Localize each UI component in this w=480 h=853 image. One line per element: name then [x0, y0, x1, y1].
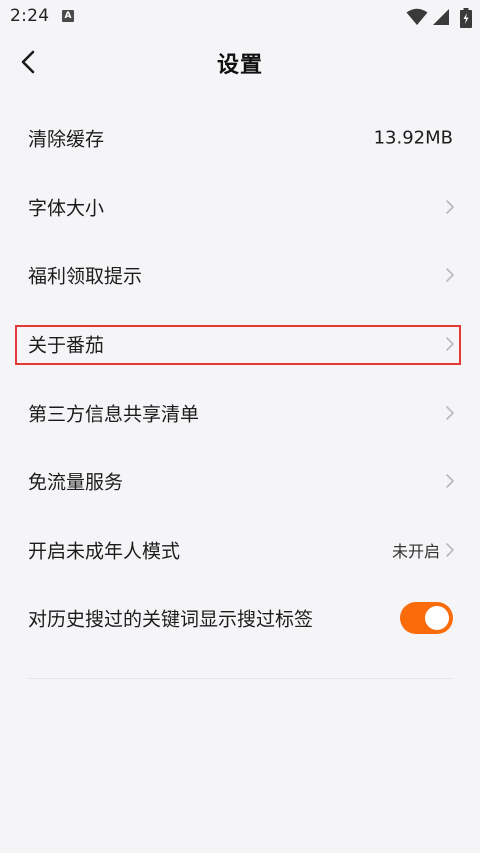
- history-tags-label: 对历史搜过的关键词显示搜过标签: [28, 608, 314, 631]
- wifi-icon: [406, 8, 428, 25]
- cache-size-value: 13.92MB: [373, 127, 453, 149]
- battery-charging-icon: [460, 8, 472, 28]
- status-time: 2:24: [10, 6, 50, 26]
- clear-cache-row[interactable]: 清除缓存 13.92MB: [0, 104, 480, 173]
- clear-cache-label: 清除缓存: [28, 128, 105, 151]
- notification-icon: A: [62, 10, 74, 22]
- chevron-right-icon: [446, 543, 454, 557]
- about-row[interactable]: 关于番茄: [0, 310, 480, 379]
- chevron-right-icon: [446, 474, 454, 489]
- settings-list: 清除缓存 13.92MB 字体大小 福利领取提示 关于番茄 第三方信息共享清单 …: [0, 104, 480, 653]
- chevron-right-icon: [446, 337, 454, 351]
- free-data-label: 免流量服务: [28, 471, 124, 494]
- chevron-right-icon: [446, 405, 454, 420]
- chevron-right-icon: [446, 268, 454, 283]
- font-size-row[interactable]: 字体大小: [0, 173, 480, 242]
- font-size-label: 字体大小: [28, 197, 105, 220]
- minor-mode-status: 未开启: [391, 541, 440, 561]
- divider: [28, 678, 453, 679]
- history-tags-row: 对历史搜过的关键词显示搜过标签: [0, 584, 480, 653]
- welfare-tips-row[interactable]: 福利领取提示: [0, 241, 480, 310]
- chevron-right-icon: [446, 200, 454, 214]
- free-data-row[interactable]: 免流量服务: [0, 447, 480, 516]
- history-tags-toggle[interactable]: [400, 602, 453, 635]
- minor-mode-row[interactable]: 开启未成年人模式 未开启: [0, 516, 480, 585]
- page-title: 设置: [216, 53, 263, 78]
- status-bar: 2:24 A: [0, 0, 480, 34]
- toggle-knob: [425, 606, 449, 631]
- minor-mode-label: 开启未成年人模式: [28, 540, 181, 563]
- welfare-tips-label: 福利领取提示: [28, 265, 143, 288]
- third-party-sharing-row[interactable]: 第三方信息共享清单: [0, 378, 480, 447]
- header: 设置: [0, 34, 480, 90]
- about-label: 关于番茄: [28, 334, 105, 357]
- third-party-sharing-label: 第三方信息共享清单: [28, 403, 200, 426]
- signal-icon: [433, 9, 449, 25]
